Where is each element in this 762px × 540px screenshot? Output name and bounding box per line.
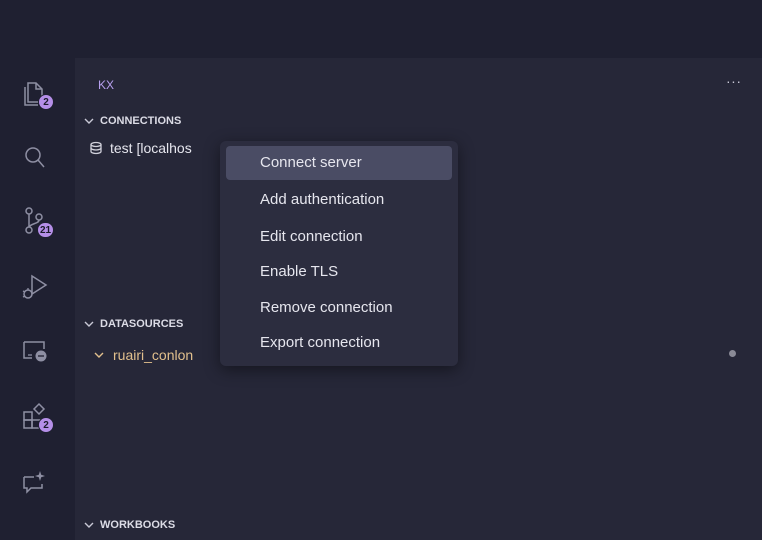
chevron-down-icon bbox=[84, 522, 94, 528]
title-bar bbox=[0, 0, 762, 58]
datasource-label: ruairi_conlon bbox=[113, 347, 194, 363]
explorer-badge: 2 bbox=[38, 94, 54, 110]
source-control-badge: 21 bbox=[37, 222, 55, 238]
chat-button[interactable] bbox=[18, 466, 52, 500]
source-control-button[interactable]: 21 bbox=[18, 204, 55, 238]
connections-label: CONNECTIONS bbox=[100, 115, 182, 127]
run-debug-button[interactable] bbox=[18, 270, 52, 304]
context-menu: Connect server Add authentication Edit c… bbox=[220, 141, 458, 366]
datasources-label: DATASOURCES bbox=[100, 318, 184, 330]
menu-item-export-connection[interactable]: Export connection bbox=[226, 326, 452, 360]
search-button[interactable] bbox=[18, 141, 52, 175]
sidebar-title: KX bbox=[98, 78, 115, 92]
connection-item[interactable]: test [localhos bbox=[89, 138, 234, 158]
chevron-down-icon bbox=[84, 321, 94, 327]
chevron-down-icon bbox=[94, 352, 104, 358]
run-debug-icon bbox=[22, 274, 48, 299]
menu-item-remove-connection[interactable]: Remove connection bbox=[226, 291, 452, 325]
chevron-down-icon bbox=[84, 118, 94, 124]
explorer-button[interactable]: 2 bbox=[18, 78, 54, 112]
workbooks-section-header[interactable]: WORKBOOKS bbox=[83, 517, 175, 533]
extensions-button[interactable]: 2 bbox=[18, 400, 54, 434]
search-icon bbox=[25, 147, 45, 168]
activity-bar: 2 21 2 bbox=[0, 58, 75, 540]
remote-explorer-icon bbox=[23, 341, 47, 362]
menu-item-edit-connection[interactable]: Edit connection bbox=[226, 220, 452, 254]
menu-item-connect-server[interactable]: Connect server bbox=[226, 146, 452, 180]
more-actions-button[interactable]: ··· bbox=[726, 73, 742, 89]
remote-explorer-button[interactable] bbox=[18, 333, 52, 367]
menu-item-enable-tls[interactable]: Enable TLS bbox=[226, 255, 452, 289]
extensions-badge: 2 bbox=[38, 417, 54, 433]
datasource-item[interactable]: ruairi_conlon bbox=[93, 345, 228, 365]
chat-sparkle-icon bbox=[23, 471, 45, 494]
connections-section-header[interactable]: CONNECTIONS bbox=[83, 113, 181, 129]
workbooks-label: WORKBOOKS bbox=[100, 519, 176, 531]
menu-item-add-authentication[interactable]: Add authentication bbox=[226, 183, 452, 217]
database-icon bbox=[90, 141, 102, 155]
connection-label: test [localhos bbox=[110, 140, 192, 156]
modified-indicator bbox=[729, 350, 736, 357]
datasources-section-header[interactable]: DATASOURCES bbox=[83, 316, 183, 332]
